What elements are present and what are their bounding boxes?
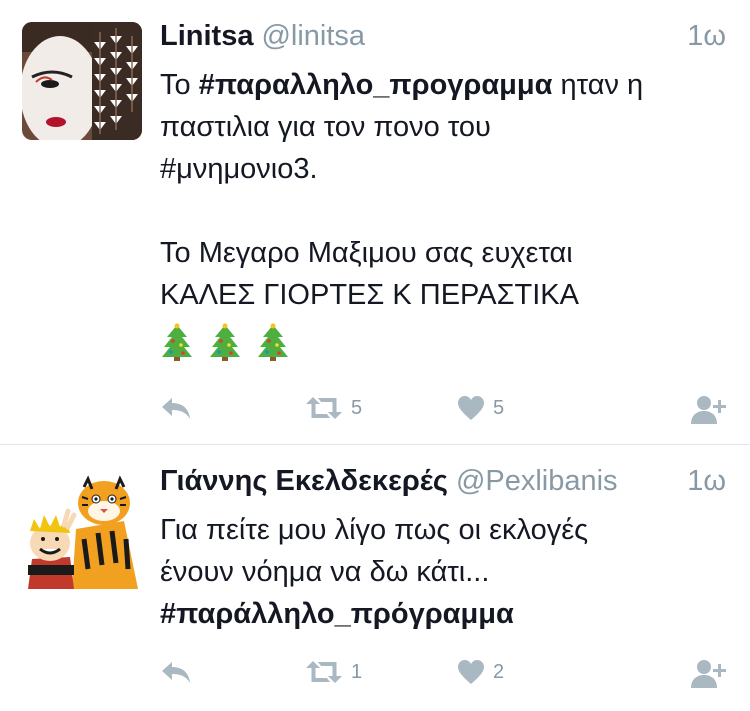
tweet-header: Linitsa @linitsa 1ω bbox=[160, 20, 726, 60]
heart-icon bbox=[458, 660, 484, 684]
emoji-row bbox=[160, 320, 726, 362]
user-name[interactable]: Linitsa bbox=[160, 20, 253, 52]
christmas-tree-icon bbox=[162, 323, 192, 362]
follow-icon bbox=[691, 396, 726, 424]
heart-icon bbox=[458, 396, 484, 420]
christmas-tree-icon bbox=[210, 323, 241, 362]
tweet-header: Γιάννης Εκελδεκερές @Pexlibanis 1ω bbox=[160, 465, 726, 505]
retweet-button[interactable]: 1 bbox=[305, 659, 362, 685]
avatar[interactable] bbox=[24, 469, 142, 589]
user-handle[interactable]: @linitsa bbox=[261, 20, 365, 52]
retweet-icon bbox=[306, 397, 342, 419]
tweet-actions: 1 2 bbox=[160, 659, 726, 689]
follow-icon bbox=[691, 660, 726, 688]
like-button[interactable]: 2 bbox=[457, 659, 504, 685]
text-line: Το Μεγαρο Μαξιμου σας ευχεται bbox=[160, 237, 573, 269]
retweet-button[interactable]: 5 bbox=[305, 395, 362, 421]
text-segment: ηταν η bbox=[552, 69, 644, 101]
christmas-tree-icon bbox=[258, 323, 289, 362]
text-line: ΚΑΛΕΣ ΓΙΟΡΤΕΣ Κ ΠΕΡΑΣΤΙΚΑ bbox=[160, 279, 579, 311]
like-count: 5 bbox=[493, 396, 505, 419]
reply-button[interactable] bbox=[160, 395, 192, 421]
timestamp[interactable]: 1ω bbox=[687, 20, 726, 53]
reply-button[interactable] bbox=[160, 659, 192, 685]
text-segment: Το bbox=[160, 69, 199, 101]
hashtag-link[interactable]: #παράλληλο_πρόγραμμα bbox=[160, 593, 726, 635]
retweet-count: 1 bbox=[351, 660, 363, 683]
like-count: 2 bbox=[493, 660, 505, 683]
reply-icon bbox=[162, 662, 190, 683]
retweet-count: 5 bbox=[351, 396, 363, 419]
tweet-text: Το #παραλληλο_προγραμμα ηταν η παστιλια … bbox=[160, 64, 726, 362]
hashtag-link[interactable]: #παραλληλο_προγραμμα bbox=[199, 69, 553, 101]
timestamp[interactable]: 1ω bbox=[687, 465, 726, 498]
follow-button[interactable] bbox=[690, 659, 726, 689]
follow-button[interactable] bbox=[690, 395, 726, 425]
avatar[interactable] bbox=[22, 22, 142, 140]
text-line: παστιλια για τον πονο του bbox=[160, 111, 491, 143]
reply-icon bbox=[162, 398, 190, 419]
hashtag-link[interactable]: #μνημονιο3. bbox=[160, 148, 726, 190]
tweet-actions: 5 5 bbox=[160, 395, 726, 425]
text-line: ένουν νόημα να δω κάτι... bbox=[160, 556, 490, 588]
tweet-text: Για πείτε μου λίγο πως οι εκλογές ένουν … bbox=[160, 509, 726, 635]
text-line: Για πείτε μου λίγο πως οι εκλογές bbox=[160, 514, 589, 546]
retweet-icon bbox=[306, 661, 342, 683]
user-name[interactable]: Γιάννης Εκελδεκερές bbox=[160, 465, 448, 497]
like-button[interactable]: 5 bbox=[457, 395, 504, 421]
user-handle[interactable]: @Pexlibanis bbox=[456, 465, 618, 497]
tweet[interactable]: Linitsa @linitsa 1ω Το #παραλληλο_προγραμ… bbox=[0, 0, 750, 445]
